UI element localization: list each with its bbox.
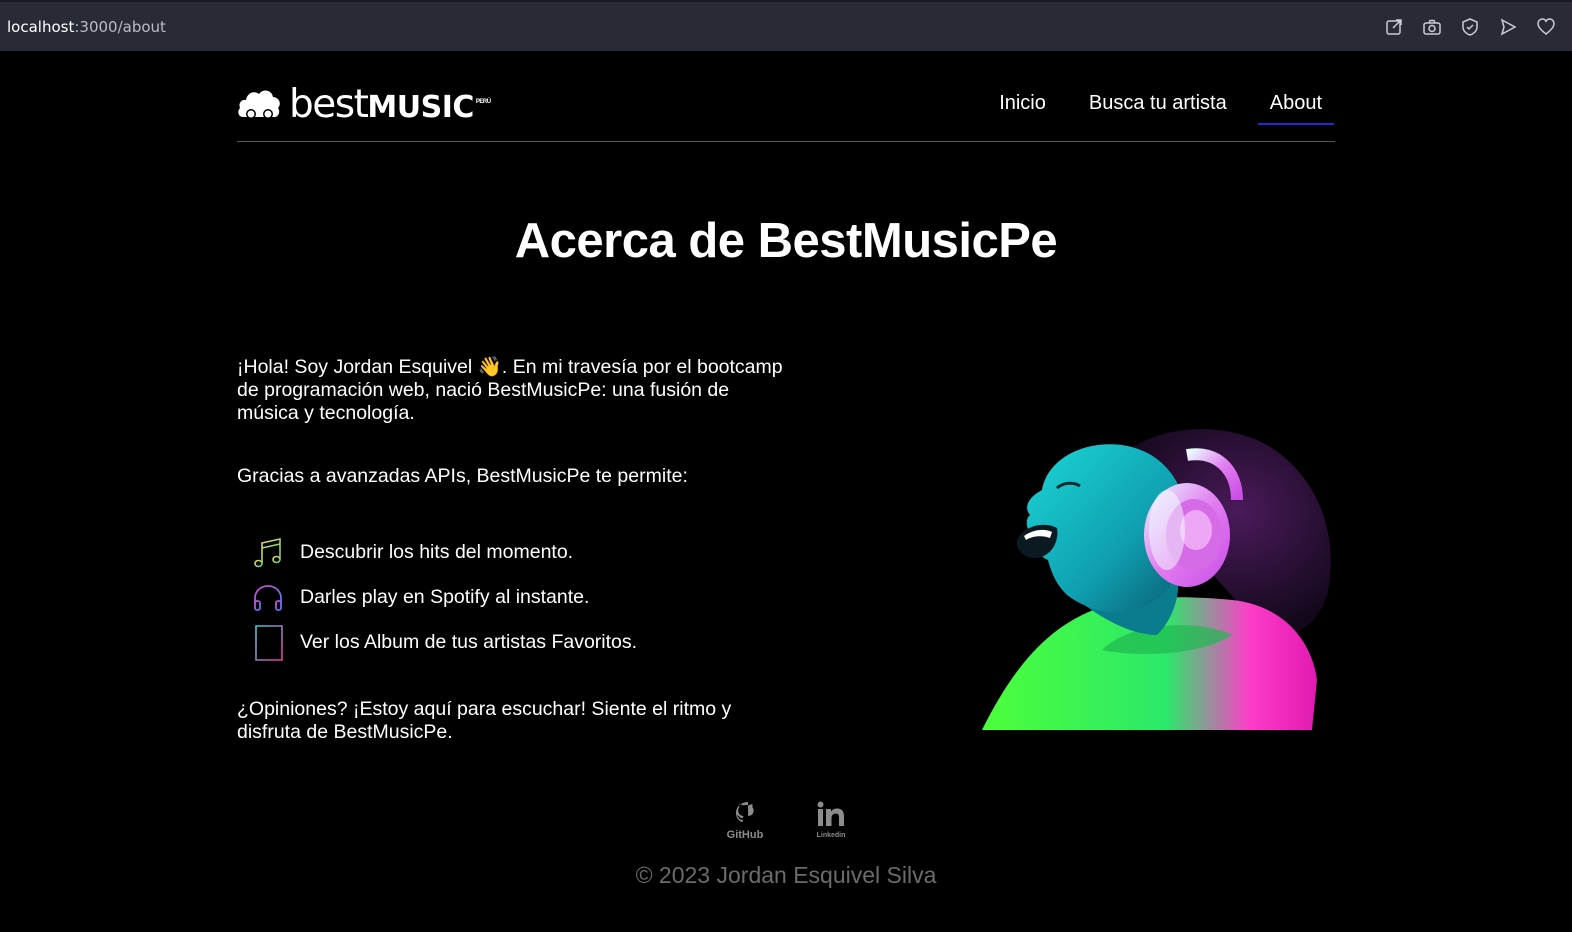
feature-text: Darles play en Spotify al instante. [300,586,590,608]
logo-part-best: best [289,82,369,127]
feature-text: Descubrir los hits del momento. [300,541,574,563]
send-icon[interactable] [1498,17,1518,37]
share-icon[interactable] [1384,17,1404,37]
heart-icon[interactable] [1536,17,1556,37]
closing-paragraph: ¿Opiniones? ¡Estoy aquí para escuchar! S… [237,698,732,743]
hero-image [982,420,1337,730]
cloud-logo-icon [237,84,281,125]
logo-wordmark: bestMUSIC PERÚ [289,85,491,124]
linkedin-link[interactable]: Linkedin [813,800,849,845]
list-item: Ver los Album de tus artistas Favoritos. [252,620,637,665]
headphones-icon [252,578,288,618]
music-note-icon [252,533,288,573]
url-path: :3000/about [74,18,166,36]
logo-part-music: MUSIC [367,90,474,125]
list-item: Descubrir los hits del momento. [252,530,637,575]
brand-logo[interactable]: bestMUSIC PERÚ [237,84,491,125]
address-bar[interactable]: localhost:3000/about [7,18,166,36]
list-item: Darles play en Spotify al instante. [252,575,637,620]
album-icon [252,623,288,663]
feature-list: Descubrir los hits del momento. Darles p… [252,530,637,665]
linkedin-label: Linkedin [817,832,846,839]
camera-icon[interactable] [1422,17,1442,37]
page-title: Acerca de BestMusicPe [514,214,1058,268]
browser-toolbar: localhost:3000/about [0,0,1572,51]
social-links: GitHub Linkedin [723,800,849,845]
github-link[interactable]: GitHub [723,800,767,845]
github-icon: GitHub [723,802,767,844]
apis-paragraph: Gracias a avanzadas APIs, BestMusicPe te… [237,465,688,487]
logo-sup: PERÚ [475,99,491,105]
github-label: GitHub [727,829,764,840]
header-divider [237,141,1335,142]
main-nav: Inicio Busca tu artista About [987,88,1334,125]
intro-paragraph: ¡Hola! Soy Jordan Esquivel 👋. En mi trav… [237,356,783,424]
nav-link-inicio[interactable]: Inicio [987,88,1058,125]
url-host: localhost [7,18,75,36]
nav-link-about[interactable]: About [1257,88,1334,125]
feature-text: Ver los Album de tus artistas Favoritos. [300,631,638,653]
linkedin-icon: Linkedin [813,801,849,844]
copyright-text: © 2023 Jordan Esquivel Silva [635,862,937,888]
nav-link-busca[interactable]: Busca tu artista [1077,88,1239,125]
shield-icon[interactable] [1460,17,1480,37]
